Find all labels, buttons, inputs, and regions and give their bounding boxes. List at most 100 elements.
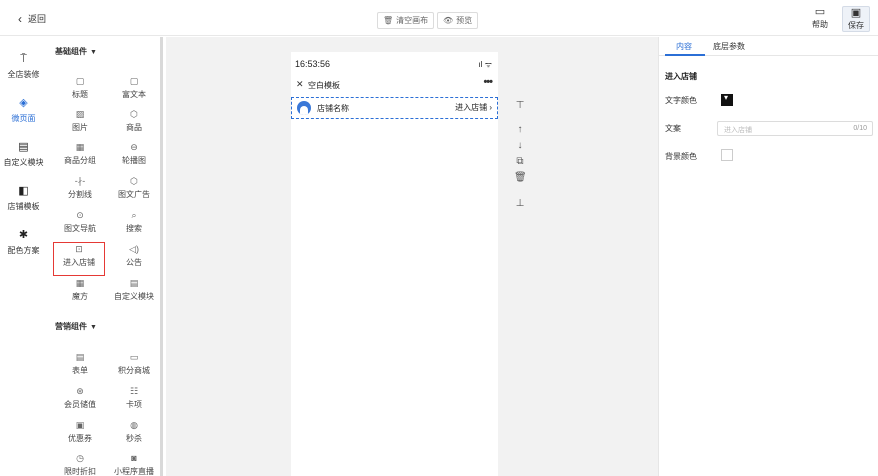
product-icon: ⬡	[130, 109, 138, 119]
component-search[interactable]: ⌕ 搜索	[108, 209, 160, 243]
component-label: 会员储值	[64, 400, 96, 409]
nav-item-micro-page[interactable]: ◈ 微页面	[0, 97, 47, 124]
caret-down-icon: ▼	[90, 324, 97, 331]
component-image-ad[interactable]: ⬡ 图文广告	[108, 175, 160, 209]
card-icon: ☷	[129, 386, 139, 396]
component-label: 秒杀	[126, 434, 142, 443]
enter-shop-label: 进入店铺	[455, 103, 488, 112]
move-top-icon[interactable]: ⊤	[514, 100, 526, 111]
save-label: 保存	[848, 21, 864, 30]
section-title: 基础组件	[55, 47, 87, 56]
component-custom-module[interactable]: ▤ 自定义模块	[108, 277, 160, 311]
active-tab-indicator	[665, 54, 705, 56]
help-button[interactable]: ▭ 帮助	[806, 6, 834, 32]
copy-icon[interactable]: ⧉	[514, 156, 526, 167]
left-nav: ⍑ 全店装修 ◈ 微页面 ▤ 自定义模块 ◧ 店铺模板 ✱ 配色方案	[0, 37, 47, 476]
back-button[interactable]: ‹ 返回	[18, 12, 46, 25]
nav-label: 配色方案	[7, 246, 40, 255]
help-label: 帮助	[812, 20, 828, 29]
basic-components-header[interactable]: 基础组件 ▼	[55, 46, 97, 57]
copy-placeholder: 进入店铺	[724, 127, 752, 134]
nav-item-custom-module[interactable]: ▤ 自定义模块	[0, 141, 47, 168]
top-bar: ‹ 返回 🗑 清空画布 👁 预览 ▭ 帮助 ▣ 保存	[0, 0, 878, 36]
component-carousel[interactable]: ⊖ 轮播图	[108, 141, 160, 175]
component-label: 卡项	[126, 400, 142, 409]
component-coupon[interactable]: ▣ 优惠券	[54, 419, 106, 453]
tab-layer-params[interactable]: 底层参数	[713, 41, 745, 52]
component-label: 限时折扣	[64, 467, 96, 476]
bg-color-label: 背景颜色	[665, 152, 697, 161]
clear-canvas-label: 清空画布	[396, 16, 429, 25]
component-label: 小程序直播	[114, 467, 154, 476]
component-label: 搜索	[126, 224, 142, 233]
preview-label: 预览	[456, 16, 473, 25]
image-icon: ▨	[75, 109, 85, 119]
move-up-icon[interactable]: ↑	[514, 124, 526, 135]
nav-item-color-scheme[interactable]: ✱ 配色方案	[0, 229, 47, 256]
status-time: 16:53:56	[295, 59, 331, 69]
enter-shop-icon: ⊡	[75, 244, 83, 254]
component-product[interactable]: ⬡ 商品	[108, 108, 160, 142]
product-group-icon: ▦	[75, 142, 85, 152]
component-image[interactable]: ▨ 图片	[54, 108, 106, 142]
phone-preview: 16:53:56 ıl ᯤ ✕ 空白模板 ••• 店铺名称 进入店铺 ›	[291, 52, 498, 476]
component-label: 商品分组	[64, 156, 96, 165]
component-points-mall[interactable]: ▭ 积分商城	[108, 351, 160, 385]
component-label: 魔方	[72, 292, 88, 301]
component-magic-cube[interactable]: ▦ 魔方	[54, 277, 106, 311]
component-label: 标题	[72, 90, 88, 99]
move-bottom-icon[interactable]: ⊥	[514, 198, 526, 209]
more-icon[interactable]: •••	[483, 76, 493, 88]
nav-item-store-template[interactable]: ◧ 店铺模板	[0, 185, 47, 212]
component-label: 图片	[72, 123, 88, 132]
component-form[interactable]: ▤ 表单	[54, 351, 106, 385]
component-card-item[interactable]: ☷ 卡项	[108, 385, 160, 419]
component-richtext[interactable]: ▢ 富文本	[108, 75, 160, 109]
property-tabs: 内容 底层参数	[659, 37, 878, 56]
ad-icon: ⬡	[130, 176, 138, 186]
nav-item-store-decoration[interactable]: ⍑ 全店装修	[0, 53, 47, 80]
custom-module-icon: ▤	[129, 278, 139, 288]
component-label: 富文本	[122, 90, 146, 99]
component-divider[interactable]: -∤- 分割线	[54, 175, 106, 209]
text-color-picker[interactable]	[721, 93, 733, 106]
component-flash-sale[interactable]: ◍ 秒杀	[108, 419, 160, 453]
component-enter-shop[interactable]: ⊡ 进入店铺	[53, 242, 105, 276]
preview-button[interactable]: 👁 预览	[437, 12, 479, 29]
component-label: 公告	[126, 258, 142, 267]
component-label: 表单	[72, 366, 88, 375]
form-icon: ▤	[75, 352, 85, 362]
component-title[interactable]: ▢ 标题	[54, 75, 106, 109]
canvas-area: 16:53:56 ıl ᯤ ✕ 空白模板 ••• 店铺名称 进入店铺 › ⊤ ↑…	[166, 37, 658, 476]
save-button[interactable]: ▣ 保存	[842, 6, 870, 32]
copy-label: 文案	[665, 124, 681, 133]
section-title: 营销组件	[55, 322, 87, 331]
component-member-stored-value[interactable]: ⊛ 会员储值	[54, 385, 106, 419]
delete-icon[interactable]: 🗑	[514, 172, 527, 183]
enter-shop-block[interactable]: 店铺名称 进入店铺 ›	[291, 97, 498, 119]
layers-icon: ◈	[19, 97, 28, 109]
bg-color-picker[interactable]	[721, 149, 733, 161]
component-label: 自定义模块	[114, 292, 154, 301]
tab-content[interactable]: 内容	[676, 41, 692, 52]
component-image-nav[interactable]: ⊙ 图文导航	[54, 209, 106, 243]
discount-icon: ◷	[76, 453, 84, 463]
component-notice[interactable]: ◁) 公告	[108, 243, 160, 277]
component-product-group[interactable]: ▦ 商品分组	[54, 141, 106, 175]
marketing-components-header[interactable]: 营销组件 ▼	[55, 321, 97, 332]
component-limited-discount[interactable]: ◷ 限时折扣	[54, 452, 106, 476]
component-label: 轮播图	[122, 156, 146, 165]
nav-icon: ⊙	[76, 210, 84, 220]
move-down-icon[interactable]: ↓	[514, 140, 526, 151]
component-mini-program-live[interactable]: ◙ 小程序直播	[108, 452, 160, 476]
component-label: 优惠券	[68, 434, 92, 443]
save-icon: ▣	[850, 7, 862, 19]
signal-wifi-icon: ıl ᯤ	[478, 60, 492, 69]
clear-canvas-button[interactable]: 🗑 清空画布	[377, 12, 435, 29]
enter-shop-link[interactable]: 进入店铺 ›	[455, 102, 492, 113]
copy-input[interactable]: 进入店铺 0/10	[717, 121, 873, 136]
phone-nav-bar: ✕ 空白模板 •••	[291, 76, 498, 94]
chevron-left-icon: ‹	[18, 11, 22, 26]
char-count: 0/10	[853, 125, 867, 132]
close-icon[interactable]: ✕	[296, 79, 304, 90]
